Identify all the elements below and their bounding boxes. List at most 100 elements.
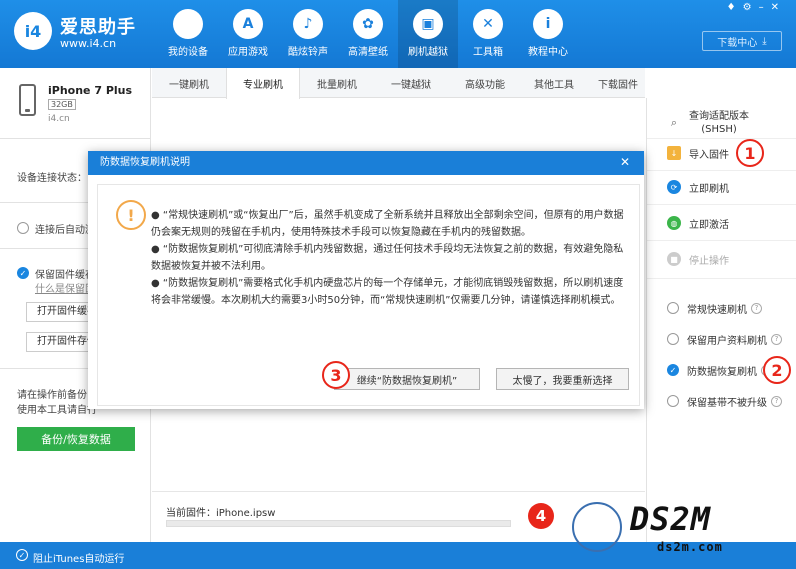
app-header: i4 爱思助手 www.i4.cn 我的设备 A 应用游戏 ♪ 酷炫铃声 ✿ 高… (0, 0, 796, 68)
globe-icon: ◍ (667, 216, 681, 230)
nav-apps-games[interactable]: A 应用游戏 (218, 0, 278, 68)
watermark-logo-icon (572, 502, 622, 552)
tab-batch-flash[interactable]: 批量刷机 (300, 68, 374, 98)
nav-label: 工具箱 (473, 47, 503, 58)
device-name: iPhone 7 Plus (48, 84, 133, 97)
actions-panel: ⌕ 查询适配版本 (SHSH) ↓ 导入固件 ⟳ 立即刷机 ◍ 立即激活 ■ 停… (646, 98, 796, 542)
flash-icon: ⟳ (667, 180, 681, 194)
anti-recovery-dialog: 防数据恢复刷机说明 ✕ ! ● “常规快速刷机”或“恢复出厂”后，虽然手机变成了… (88, 151, 644, 409)
minimize-icon[interactable]: – (759, 2, 771, 13)
help-icon[interactable]: ? (771, 395, 782, 407)
mode-label: 保留基带不被升级 (687, 397, 767, 409)
main-nav: 我的设备 A 应用游戏 ♪ 酷炫铃声 ✿ 高清壁纸 ▣ 刷机越狱 ✕ 工具箱 i… (158, 0, 578, 68)
activate-now-button[interactable]: ◍ 立即激活 (647, 210, 796, 236)
dialog-text: ● “常规快速刷机”或“恢复出厂”后，虽然手机变成了全新系统并且释放出全部剩余空… (151, 207, 631, 309)
flower-icon: ✿ (353, 9, 383, 39)
flash-tabs: 一键刷机 专业刷机 批量刷机 一键越狱 高级功能 其他工具 下载固件 (152, 68, 645, 99)
apple-icon (173, 9, 203, 39)
stop-icon: ■ (667, 252, 681, 266)
mode-label: 常规快速刷机 (687, 304, 747, 316)
backup-restore-button[interactable]: 备份/恢复数据 (17, 427, 135, 451)
mode-radio[interactable] (667, 395, 679, 407)
divider (152, 491, 645, 492)
watermark-text: DS2M (630, 500, 712, 538)
continue-anti-recovery-button[interactable]: 继续“防数据恢复刷机” (334, 368, 480, 390)
divider (0, 138, 151, 139)
close-icon[interactable]: ✕ (771, 2, 786, 13)
import-firmware-button[interactable]: ↓ 导入固件 (647, 140, 796, 166)
mode-normal-flash[interactable]: 常规快速刷机 ? (647, 300, 796, 316)
nav-label: 教程中心 (528, 47, 568, 58)
tab-one-click-flash[interactable]: 一键刷机 (152, 68, 226, 98)
dialog-body: ! ● “常规快速刷机”或“恢复出厂”后，虽然手机变成了全新系统并且释放出全部剩… (97, 184, 640, 406)
help-icon[interactable]: ? (771, 333, 782, 345)
stop-operation-label: 停止操作 (689, 255, 729, 267)
nav-wallpapers[interactable]: ✿ 高清壁纸 (338, 0, 398, 68)
nav-label: 酷炫铃声 (288, 47, 328, 58)
tab-other-tools[interactable]: 其他工具 (522, 68, 586, 98)
dialog-paragraph: ● “常规快速刷机”或“恢复出厂”后，虽然手机变成了全新系统并且释放出全部剩余空… (151, 210, 624, 238)
warning-icon: ! (116, 200, 146, 230)
stop-operation-button[interactable]: ■ 停止操作 (647, 246, 796, 272)
mode-label: 防数据恢复刷机 (687, 366, 757, 378)
bell-icon: ♪ (293, 9, 323, 39)
step-marker-1: 1 (736, 139, 764, 167)
folder-import-icon: ↓ (667, 146, 681, 160)
shirt-icon[interactable]: ♦ (727, 2, 743, 13)
dialog-title: 防数据恢复刷机说明 (100, 157, 190, 168)
search-icon: ⌕ (670, 116, 678, 129)
mode-radio[interactable] (667, 333, 679, 345)
nav-tutorials[interactable]: i 教程中心 (518, 0, 578, 68)
mode-radio[interactable] (667, 302, 679, 314)
tab-one-click-jailbreak[interactable]: 一键越狱 (374, 68, 448, 98)
step-marker-3: 3 (322, 361, 350, 389)
help-icon[interactable]: ? (751, 302, 762, 314)
nav-ringtones[interactable]: ♪ 酷炫铃声 (278, 0, 338, 68)
box-icon: ▣ (413, 9, 443, 39)
step-marker-2: 2 (763, 356, 791, 384)
tab-download-firmware[interactable]: 下载固件 (586, 68, 650, 98)
nav-label: 应用游戏 (228, 47, 268, 58)
tab-pro-flash[interactable]: 专业刷机 (226, 68, 300, 99)
auto-activate-radio[interactable] (17, 222, 29, 234)
query-shsh-label-line1: 查询适配版本 (689, 111, 749, 122)
phone-icon (19, 84, 36, 116)
block-itunes-checkbox[interactable]: ✓ (16, 549, 28, 561)
nav-label: 我的设备 (168, 47, 208, 58)
nav-label: 刷机越狱 (408, 47, 448, 58)
divider (647, 204, 796, 205)
activate-now-label: 立即激活 (689, 219, 729, 231)
mode-radio-selected[interactable]: ✓ (667, 364, 679, 376)
app-logo-icon: i4 (14, 12, 52, 50)
connection-status-label: 设备连接状态： (17, 173, 87, 184)
device-source: i4.cn (48, 114, 70, 124)
mode-label: 保留用户资料刷机 (687, 335, 767, 347)
divider (647, 138, 796, 139)
keep-firmware-checkbox[interactable]: ✓ (17, 267, 29, 279)
dialog-paragraph: ● “防数据恢复刷机”需要格式化手机内硬盘芯片的每一个存储单元，才能彻底销毁残留… (151, 278, 624, 306)
settings-icon[interactable]: ⚙ (743, 2, 759, 13)
mode-keep-data-flash[interactable]: 保留用户资料刷机 ? (647, 331, 796, 347)
flash-now-button[interactable]: ⟳ 立即刷机 (647, 174, 796, 200)
tab-advanced[interactable]: 高级功能 (448, 68, 522, 98)
download-center-button[interactable]: 下载中心 ⤓ (702, 31, 782, 51)
nav-toolbox[interactable]: ✕ 工具箱 (458, 0, 518, 68)
mode-keep-baseband[interactable]: 保留基带不被升级 ? (647, 393, 796, 409)
watermark-subtext: ds2m.com (657, 540, 723, 554)
query-shsh-label-line2: (SHSH) (701, 124, 737, 135)
info-icon: i (533, 9, 563, 39)
dialog-title-bar: 防数据恢复刷机说明 ✕ (88, 151, 644, 175)
dialog-close-icon[interactable]: ✕ (618, 155, 632, 169)
storage-badge: 32GB (48, 99, 76, 110)
nav-my-device[interactable]: 我的设备 (158, 0, 218, 68)
app-name: 爱思助手 (60, 17, 136, 38)
nav-flash-jailbreak[interactable]: ▣ 刷机越狱 (398, 0, 458, 68)
download-center-label: 下载中心 (717, 37, 758, 49)
query-shsh-button[interactable]: ⌕ 查询适配版本 (SHSH) (647, 106, 796, 140)
app-store-icon: A (233, 9, 263, 39)
current-firmware-label: 当前固件：iPhone.ipsw (166, 508, 276, 519)
step-marker-4: 4 (528, 503, 554, 529)
dialog-paragraph: ● “防数据恢复刷机”可彻底清除手机内残留数据，通过任何技术手段均无法恢复之前的… (151, 244, 624, 272)
app-url: www.i4.cn (60, 37, 117, 50)
reselect-mode-button[interactable]: 太慢了，我要重新选择 (496, 368, 629, 390)
